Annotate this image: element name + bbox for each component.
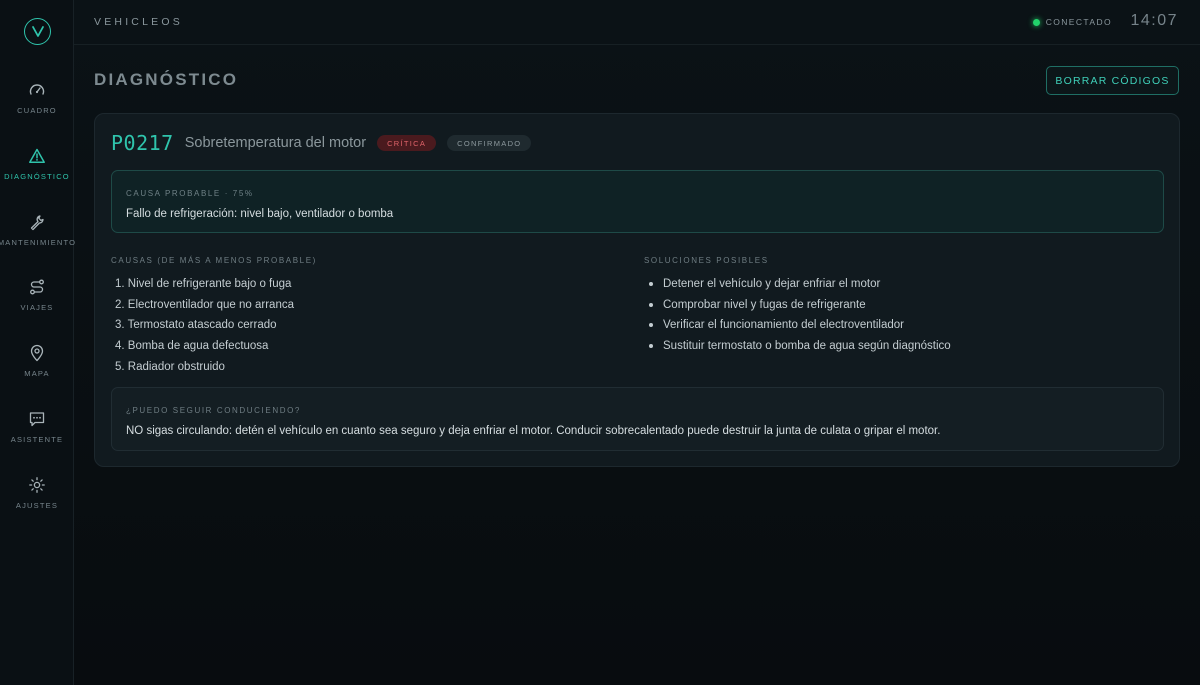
- dtc-description: Sobretemperatura del motor: [184, 135, 367, 151]
- sidebar-item-asistente[interactable]: ASISTENTE: [0, 410, 74, 470]
- list-item: Sustituir termostato o bomba de agua seg…: [649, 336, 951, 357]
- probable-cause-title: CAUSA PROBABLE · 75%: [126, 189, 254, 198]
- status-dot-icon: [1032, 18, 1040, 26]
- list-item-text: Detener el vehículo y dejar enfriar el m…: [663, 278, 881, 291]
- clock: 14:07: [1130, 12, 1178, 29]
- list-item-text: Comprobar nivel y fugas de refrigerante: [663, 298, 866, 311]
- app-logo[interactable]: [24, 18, 51, 45]
- sidebar: CUADRO DIAGNÓSTICO MANTENIMIENTO VIAJES: [0, 0, 77, 685]
- list-item-text: Sustituir termostato o bomba de agua seg…: [663, 340, 951, 353]
- sidebar-item-mapa[interactable]: MAPA: [0, 344, 74, 404]
- sidebar-item-mantenimiento[interactable]: MANTENIMIENTO: [0, 213, 77, 273]
- list-item: 1. Nivel de refrigerante bajo o fuga: [115, 278, 292, 291]
- warning-icon: [29, 148, 45, 163]
- sidebar-item-label: CUADRO: [17, 106, 57, 115]
- bullet-icon: [649, 344, 653, 349]
- list-item: 5. Radiador obstruido: [115, 360, 225, 373]
- map-pin-icon: [30, 344, 44, 362]
- can-drive-box: ¿PUEDO SEGUIR CONDUCIENDO? NO sigas circ…: [111, 387, 1164, 451]
- clear-codes-button[interactable]: BORRAR CÓDIGOS: [1046, 66, 1179, 95]
- status-label: CONECTADO: [1045, 17, 1112, 27]
- list-item-text: Verificar el funcionamiento del electrov…: [663, 319, 904, 332]
- app-root: CUADRO DIAGNÓSTICO MANTENIMIENTO VIAJES: [0, 0, 1200, 685]
- top-bar: VEHICLEOS CONECTADO 14:07: [74, 0, 1200, 45]
- probable-cause-text: Fallo de refrigeración: nivel bajo, vent…: [126, 208, 394, 220]
- list-item: Comprobar nivel y fugas de refrigerante: [649, 295, 951, 316]
- sidebar-item-label: MANTENIMIENTO: [0, 238, 77, 247]
- sidebar-item-diagnostico[interactable]: DIAGNÓSTICO: [0, 147, 74, 207]
- bullet-icon: [649, 282, 653, 287]
- list-item: Detener el vehículo y dejar enfriar el m…: [649, 274, 951, 295]
- severity-badge: CRÍTICA: [377, 135, 437, 151]
- probable-cause-box: CAUSA PROBABLE · 75% Fallo de refrigerac…: [111, 170, 1164, 233]
- sidebar-item-viajes[interactable]: VIAJES: [0, 278, 74, 338]
- gauge-icon: [29, 84, 45, 95]
- logo-v-icon: [31, 26, 44, 37]
- connection-status: CONECTADO: [1032, 17, 1112, 27]
- sidebar-item-cuadro[interactable]: CUADRO: [0, 81, 74, 141]
- list-item: 2. Electroventilador que no arranca: [115, 298, 294, 311]
- page-title: DIAGNÓSTICO: [94, 70, 239, 89]
- can-drive-title: ¿PUEDO SEGUIR CONDUCIENDO?: [126, 406, 301, 415]
- list-item: Verificar el funcionamiento del electrov…: [649, 315, 951, 336]
- dtc-card: P0217 Sobretemperatura del motor CRÍTICA…: [94, 113, 1180, 467]
- bullet-icon: [649, 323, 653, 328]
- causes-title: CAUSAS (DE MÁS A MENOS PROBABLE): [111, 256, 317, 265]
- sidebar-item-label: VIAJES: [20, 303, 54, 312]
- solutions-title: SOLUCIONES POSIBLES: [644, 256, 769, 265]
- list-item: 4. Bomba de agua defectuosa: [115, 340, 269, 353]
- sidebar-item-label: AJUSTES: [15, 501, 59, 510]
- brand-name: VEHICLEOS: [94, 16, 183, 28]
- wrench-icon: [30, 215, 44, 231]
- sidebar-item-ajustes[interactable]: AJUSTES: [0, 476, 74, 536]
- solutions-list: Detener el vehículo y dejar enfriar el m…: [649, 274, 951, 356]
- route-icon: [30, 279, 44, 295]
- bullet-icon: [649, 302, 653, 307]
- state-badge: CONFIRMADO: [447, 135, 532, 151]
- dtc-header: P0217 Sobretemperatura del motor CRÍTICA…: [111, 131, 532, 155]
- dtc-code: P0217: [111, 131, 174, 155]
- causes-list: 1. Nivel de refrigerante bajo o fuga 2. …: [115, 274, 294, 377]
- sidebar-item-label: DIAGNÓSTICO: [4, 172, 70, 181]
- sidebar-item-label: MAPA: [24, 369, 50, 378]
- gear-icon: [29, 477, 45, 493]
- can-drive-text: NO sigas circulando: detén el vehículo e…: [126, 425, 941, 437]
- chat-icon: [29, 412, 45, 427]
- list-item: 3. Termostato atascado cerrado: [115, 319, 277, 332]
- sidebar-item-label: ASISTENTE: [10, 435, 64, 444]
